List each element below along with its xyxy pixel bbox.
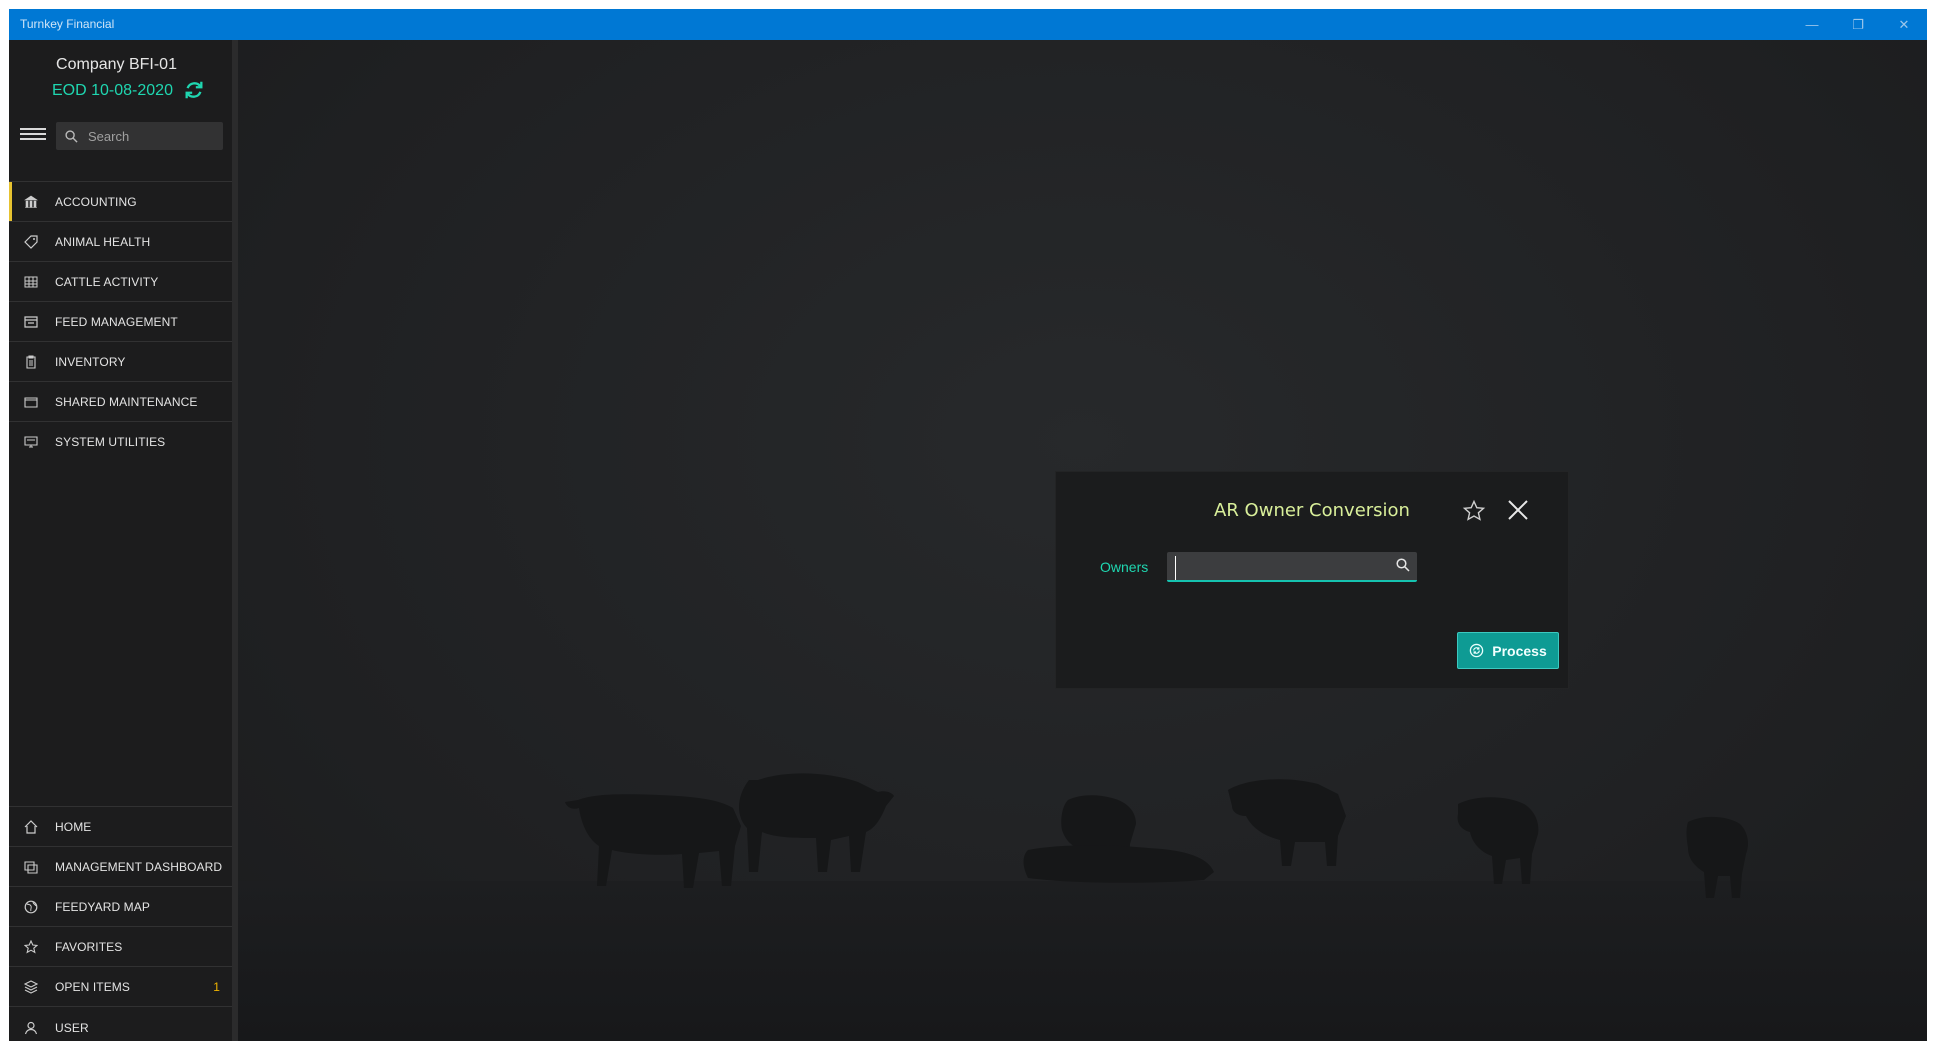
sidebar-item-label: INVENTORY: [55, 354, 126, 369]
utility-nav: HOME MANAGEMENT DASHBOARD FEEDYARD MAP F…: [9, 806, 232, 1041]
sidebar-item-label: USER: [55, 1021, 89, 1035]
user-icon: [23, 1020, 39, 1036]
sidebar: Company BFI-01 EOD 10-08-2020 ACCOUNTING: [9, 40, 238, 1041]
sidebar-item-home[interactable]: HOME: [9, 806, 232, 846]
window-close-button[interactable]: ✕: [1881, 9, 1927, 40]
favorite-star-icon[interactable]: [1462, 499, 1486, 523]
sidebar-item-label: OPEN ITEMS: [55, 979, 131, 994]
window-title: Turnkey Financial: [20, 17, 115, 31]
sidebar-item-cattle-activity[interactable]: CATTLE ACTIVITY: [9, 261, 232, 301]
sidebar-item-label: CATTLE ACTIVITY: [55, 274, 159, 289]
sidebar-item-open-items[interactable]: OPEN ITEMS 1: [9, 966, 232, 1006]
layers-icon: [23, 979, 39, 995]
sidebar-item-label: FAVORITES: [55, 939, 123, 954]
dialog-close-icon[interactable]: [1506, 498, 1530, 522]
sidebar-item-feed-management[interactable]: FEED MANAGEMENT: [9, 301, 232, 341]
sidebar-item-inventory[interactable]: INVENTORY: [9, 341, 232, 381]
restore-icon: ❐: [1852, 16, 1864, 32]
globe-icon: [23, 899, 39, 915]
minimize-button[interactable]: —: [1789, 9, 1835, 40]
close-icon: ✕: [1898, 16, 1910, 32]
sidebar-item-favorites[interactable]: FAVORITES: [9, 926, 232, 966]
grid-icon: [23, 274, 39, 290]
dashboard-icon: [23, 859, 39, 875]
sidebar-item-label: ANIMAL HEALTH: [55, 234, 151, 249]
process-icon: [1470, 643, 1484, 658]
open-items-badge: 1: [213, 979, 220, 994]
main-content: AR Owner Conversion Owners Process: [238, 40, 1927, 1041]
eod-date: EOD 10-08-2020: [52, 82, 173, 99]
home-icon: [23, 819, 39, 835]
sidebar-item-label: SHARED MAINTENANCE: [55, 394, 198, 409]
ar-owner-conversion-dialog: AR Owner Conversion Owners Process: [1056, 472, 1568, 688]
sidebar-item-label: SYSTEM UTILITIES: [55, 434, 166, 449]
restore-button[interactable]: ❐: [1835, 9, 1881, 40]
process-button[interactable]: Process: [1457, 632, 1559, 669]
minimize-icon: —: [1805, 17, 1819, 32]
process-label: Process: [1492, 642, 1547, 659]
monitor-icon: [23, 434, 39, 450]
sidebar-item-feedyard-map[interactable]: FEEDYARD MAP: [9, 886, 232, 926]
sidebar-item-accounting[interactable]: ACCOUNTING: [9, 181, 232, 221]
tag-icon: [23, 234, 39, 250]
star-icon: [23, 939, 39, 955]
refresh-icon[interactable]: [183, 79, 205, 101]
owners-label: Owners: [1100, 559, 1149, 575]
company-name: Company BFI-01: [56, 56, 177, 73]
search-input[interactable]: [86, 127, 210, 145]
app-window: Turnkey Financial — ❐ ✕ Company BFI-01 E…: [9, 9, 1927, 1041]
search-icon[interactable]: [1396, 558, 1410, 572]
sidebar-item-label: ACCOUNTING: [55, 194, 137, 209]
folder-icon: [23, 394, 39, 410]
title-bar: Turnkey Financial — ❐ ✕: [9, 9, 1927, 40]
sidebar-item-management-dashboard[interactable]: MANAGEMENT DASHBOARD: [9, 846, 232, 886]
sidebar-item-shared-maintenance[interactable]: SHARED MAINTENANCE: [9, 381, 232, 421]
sidebar-item-label: HOME: [55, 819, 92, 834]
bank-icon: [23, 194, 39, 210]
menu-toggle-icon[interactable]: [20, 128, 46, 146]
sidebar-item-label: MANAGEMENT DASHBOARD: [55, 859, 223, 874]
sidebar-item-user[interactable]: USER: [9, 1006, 232, 1041]
search-icon: [65, 129, 78, 143]
cattle-silhouette-background: [565, 773, 1748, 898]
sidebar-item-system-utilities[interactable]: SYSTEM UTILITIES: [9, 421, 232, 461]
owners-lookup-field[interactable]: [1167, 552, 1417, 582]
sidebar-search[interactable]: [56, 122, 223, 150]
owners-input[interactable]: [1175, 556, 1385, 580]
feed-icon: [23, 314, 39, 330]
sidebar-item-animal-health[interactable]: ANIMAL HEALTH: [9, 221, 232, 261]
sidebar-item-label: FEEDYARD MAP: [55, 899, 150, 914]
sidebar-item-label: FEED MANAGEMENT: [55, 314, 178, 329]
module-nav: ACCOUNTING ANIMAL HEALTH CATTLE ACTIVITY…: [9, 181, 232, 461]
dialog-title: AR Owner Conversion: [1214, 500, 1410, 521]
clipboard-icon: [23, 354, 39, 370]
